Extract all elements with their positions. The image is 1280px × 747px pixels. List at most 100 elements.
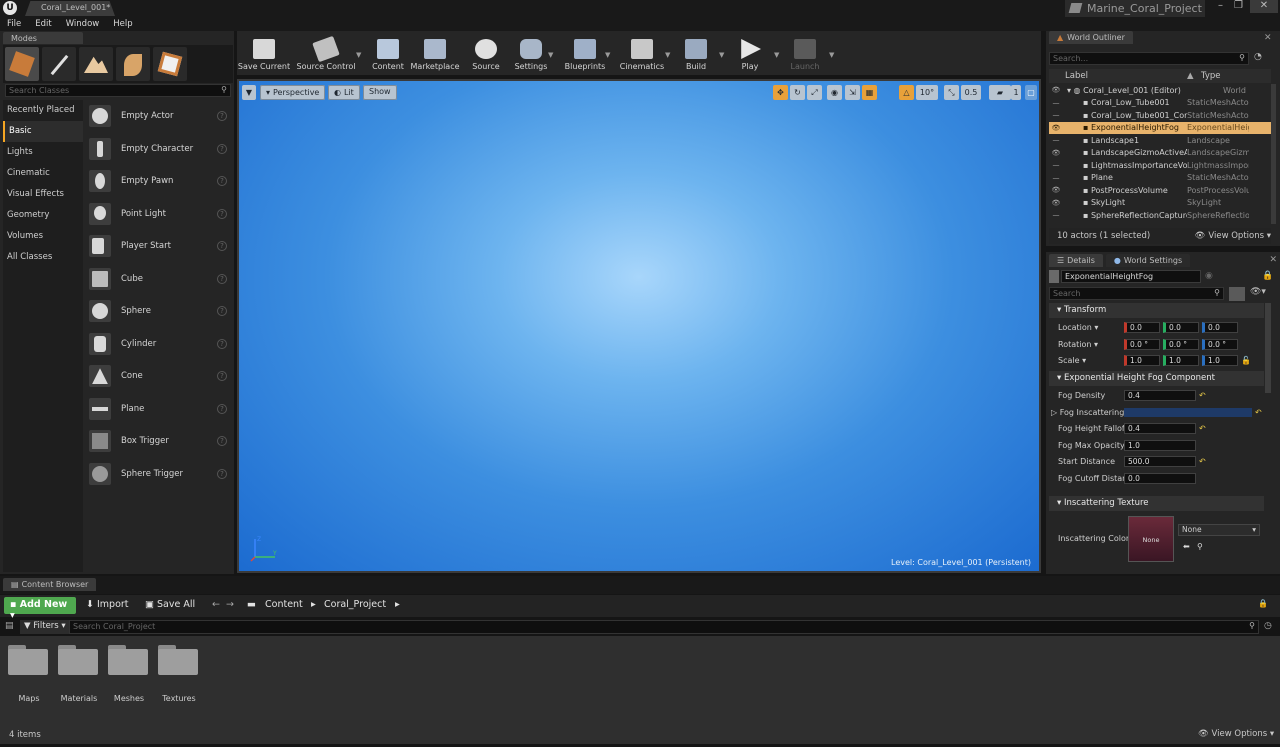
paint-mode-icon[interactable] xyxy=(42,47,76,81)
world-settings-tab[interactable]: ● World Settings xyxy=(1105,253,1191,267)
back-arrow-icon[interactable]: ← xyxy=(212,599,220,610)
category-recently-placed[interactable]: Recently Placed xyxy=(3,100,83,121)
location-z-field[interactable]: 0.0 xyxy=(1202,321,1238,333)
minimize-button[interactable]: – xyxy=(1212,0,1229,13)
view-options-button[interactable]: 👁 View Options ▾ xyxy=(1195,231,1271,241)
visibility-eye-icon[interactable]: — xyxy=(1049,111,1063,119)
menu-window[interactable]: Window xyxy=(59,18,107,31)
help-icon[interactable]: ? xyxy=(217,371,227,382)
location-y-field[interactable]: 0.0 xyxy=(1163,321,1199,333)
reset-to-default-icon[interactable]: ↶ xyxy=(1199,457,1206,466)
list-item[interactable]: Plane? xyxy=(84,393,232,426)
settings-button[interactable]: Settings xyxy=(511,33,551,73)
blueprints-button[interactable]: Blueprints xyxy=(560,33,610,73)
folder-label[interactable]: Meshes xyxy=(104,694,154,703)
label-column-header[interactable]: Label xyxy=(1063,71,1187,81)
world-outliner-tab[interactable]: ▲ World Outliner xyxy=(1049,31,1133,44)
visibility-eye-icon[interactable]: 👁 xyxy=(1049,124,1063,132)
folder-icon[interactable] xyxy=(58,645,100,675)
help-icon[interactable]: ? xyxy=(217,468,227,479)
lock-selection-icon[interactable]: 🔒 xyxy=(1262,271,1273,281)
fog-height-falloff-field[interactable]: 0.4 xyxy=(1124,422,1196,434)
visibility-eye-icon[interactable]: 👁 xyxy=(1049,149,1063,157)
help-icon[interactable]: ? xyxy=(217,143,227,154)
scale-lock-icon[interactable]: 🔓 xyxy=(1241,356,1251,365)
list-item[interactable]: Empty Character? xyxy=(84,133,232,166)
visibility-eye-icon[interactable]: — xyxy=(1049,99,1063,107)
view-options-button[interactable]: 👁 View Options ▾ xyxy=(1198,729,1274,739)
folder-icon[interactable] xyxy=(158,645,200,675)
help-icon[interactable]: ? xyxy=(217,241,227,252)
inscattering-section-header[interactable]: ▾ Inscattering Texture xyxy=(1049,496,1264,511)
table-row[interactable]: 👁 ▪ PostProcessVolume PostProcessVolume xyxy=(1049,184,1271,196)
reset-to-default-icon[interactable]: ↶ xyxy=(1199,424,1206,433)
content-browser-tab[interactable]: ▤ Content Browser xyxy=(3,578,97,591)
rotate-icon[interactable]: ↻ xyxy=(790,85,805,100)
list-item[interactable]: Empty Actor? xyxy=(84,100,232,133)
close-window-button[interactable]: ✕ xyxy=(1250,0,1278,13)
forward-arrow-icon[interactable]: → xyxy=(226,599,234,610)
fog-cutoff-field[interactable]: 0.0 xyxy=(1124,472,1196,484)
details-scrollbar[interactable] xyxy=(1265,303,1271,393)
actor-name-field[interactable]: ExponentialHeightFog xyxy=(1061,270,1201,283)
scale-snap-value[interactable]: 0.5 xyxy=(961,85,981,100)
category-cinematic[interactable]: Cinematic xyxy=(3,163,83,184)
lit-button[interactable]: ◐ Lit xyxy=(328,85,360,100)
table-row[interactable]: — ▪ LightmassImportanceVolumeLightmassImp… xyxy=(1049,159,1271,171)
rotation-snap-value[interactable]: 10° xyxy=(916,85,938,100)
scale-label[interactable]: Scale ▾ xyxy=(1049,356,1124,365)
landscape-mode-icon[interactable] xyxy=(79,47,113,81)
texture-thumbnail[interactable]: None xyxy=(1128,516,1174,562)
help-icon[interactable]: ? xyxy=(217,273,227,284)
rotation-z-field[interactable]: 0.0 ° xyxy=(1202,338,1238,350)
viewport-menu-icon[interactable]: ▼ xyxy=(242,85,256,100)
scale-icon[interactable]: ⤢ xyxy=(807,85,822,100)
visibility-eye-icon[interactable]: — xyxy=(1049,161,1063,169)
build-dropdown[interactable]: ▼ xyxy=(719,51,724,59)
property-matrix-icon[interactable] xyxy=(1229,287,1245,301)
list-item[interactable]: Cone? xyxy=(84,360,232,393)
table-row[interactable]: 👁 ▪ SkyLight SkyLight xyxy=(1049,197,1271,209)
import-button[interactable]: ⬇ Import xyxy=(86,599,129,610)
close-tab-icon[interactable]: ✕ xyxy=(1269,255,1277,265)
content-button[interactable]: Content xyxy=(367,33,409,73)
visibility-filter-icon[interactable]: 👁▾ xyxy=(1250,287,1266,297)
list-item[interactable]: Empty Pawn? xyxy=(84,165,232,198)
category-lights[interactable]: Lights xyxy=(3,142,83,163)
help-icon[interactable]: ? xyxy=(217,111,227,122)
translate-icon[interactable]: ✥ xyxy=(773,85,788,100)
table-row[interactable]: — ▪ Landscape1 Landscape xyxy=(1049,134,1271,146)
list-item[interactable]: Sphere Trigger? xyxy=(84,458,232,491)
show-button[interactable]: Show xyxy=(363,85,397,100)
help-icon[interactable]: ? xyxy=(217,436,227,447)
visibility-eye-icon[interactable]: 👁 xyxy=(1049,186,1063,194)
details-tab[interactable]: ☰ Details xyxy=(1049,253,1103,267)
place-mode-icon[interactable] xyxy=(5,47,39,81)
menu-file[interactable]: File xyxy=(0,18,28,31)
rotation-label[interactable]: Rotation ▾ xyxy=(1049,340,1124,349)
reset-to-default-icon[interactable]: ↶ xyxy=(1255,408,1262,417)
category-basic[interactable]: Basic xyxy=(3,121,83,142)
fog-density-field[interactable]: 0.4 xyxy=(1124,389,1196,401)
play-button[interactable]: Play xyxy=(731,33,769,73)
rotation-snap-icon[interactable]: △ xyxy=(899,85,914,100)
launch-button[interactable]: Launch xyxy=(783,33,827,73)
breadcrumb-coral-project[interactable]: Coral_Project xyxy=(324,599,386,610)
list-item[interactable]: Box Trigger? xyxy=(84,425,232,458)
save-all-button[interactable]: ▣ Save All xyxy=(145,599,195,610)
list-item[interactable]: Point Light? xyxy=(84,198,232,231)
table-row[interactable]: — ▪ SphereReflectionCapture SphereReflecti… xyxy=(1049,209,1271,221)
list-item[interactable]: Player Start? xyxy=(84,230,232,263)
location-x-field[interactable]: 0.0 xyxy=(1124,321,1160,333)
save-current-button[interactable]: Save Current xyxy=(237,33,291,73)
perspective-button[interactable]: ▾ Perspective xyxy=(260,85,326,100)
sources-toggle-icon[interactable]: ▤ xyxy=(5,621,14,631)
table-row[interactable]: — ▪ Coral_Low_Tube001 StaticMeshActor xyxy=(1049,97,1271,109)
fog-max-opacity-field[interactable]: 1.0 xyxy=(1124,439,1196,451)
play-dropdown[interactable]: ▼ xyxy=(774,51,779,59)
surface-snap-icon[interactable]: ⇲ xyxy=(845,85,860,100)
add-new-button[interactable]: ▪ Add New ▾ xyxy=(4,597,76,621)
source-button[interactable]: Source xyxy=(462,33,510,73)
rotation-x-field[interactable]: 0.0 ° xyxy=(1124,338,1160,350)
table-row[interactable]: — ▪ Coral_Low_Tube001_Coral_Low_TubeStati… xyxy=(1049,109,1271,121)
